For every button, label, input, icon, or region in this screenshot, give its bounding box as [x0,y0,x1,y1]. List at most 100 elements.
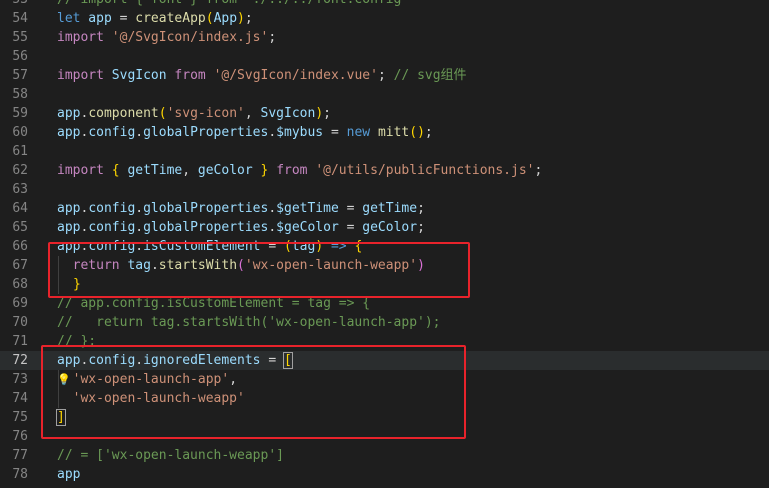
code-token: $mybus [276,125,324,140]
code-line[interactable]: 63 [0,180,769,199]
code-token: globalProperties [143,220,269,235]
code-line[interactable]: 67 return tag.startsWith('wx-open-launch… [0,256,769,275]
code-token: SvgIcon [260,106,316,121]
code-line[interactable]: 66 app.config.isCustomElement = (tag) => … [0,237,769,256]
code-token: . [135,201,144,216]
code-text: ] [56,408,66,427]
code-line[interactable]: 59 app.component('svg-icon', SvgIcon); [0,104,769,123]
line-number: 56 [12,49,28,64]
code-token: . [135,125,144,140]
code-line[interactable]: 60 app.config.globalProperties.$mybus = n… [0,123,769,142]
code-line[interactable]: 56 [0,47,769,66]
line-number: 60 [12,125,28,140]
code-line[interactable]: 61 [0,142,769,161]
code-line[interactable]: 78 app [0,465,769,484]
code-line[interactable]: 71 // }; [0,332,769,351]
code-line[interactable]: 58 [0,85,769,104]
code-line[interactable]: 74 'wx-open-launch-weapp' [0,389,769,408]
code-token: ( [158,106,167,121]
code-token: startsWith [158,258,238,273]
code-token: config [88,353,136,368]
code-line[interactable]: 75] [0,408,769,427]
code-line[interactable]: 54 let app = createApp(App); [0,9,769,28]
code-token: getTime [362,201,418,216]
code-token: '@/SvgIcon/index.js' [111,30,269,45]
code-token: // }; [57,334,97,349]
code-token: // svg组件 [393,68,467,83]
line-number: 55 [12,30,28,45]
code-line[interactable]: 64 app.config.globalProperties.$getTime =… [0,199,769,218]
line-number: 78 [12,467,28,482]
line-number: 67 [12,258,28,273]
code-token: [ [283,352,293,369]
code-line[interactable]: 68} [0,275,769,294]
code-token: 'wx-open-launch-weapp' [244,258,418,273]
line-number: 68 [12,277,28,292]
code-line[interactable]: 55 import '@/SvgIcon/index.js'; [0,28,769,47]
lightbulb-icon[interactable]: 💡 [57,370,71,389]
code-token: 'svg-icon' [166,106,245,121]
code-token: tag [291,239,316,254]
code-token: . [135,353,144,368]
code-line[interactable]: 73 'wx-open-launch-app', 💡 [0,370,769,389]
code-line[interactable]: 65 app.config.globalProperties.$geColor =… [0,218,769,237]
code-token: tag [119,258,151,273]
line-number: 59 [12,106,28,121]
line-number: 70 [12,315,28,330]
code-token: ; [417,201,425,216]
line-number: 57 [12,68,28,83]
code-token: , [182,163,198,178]
code-token: ] [56,409,66,426]
code-token: ; [534,163,543,178]
code-text: // import { font } from './../../font.co… [57,0,409,9]
code-text: app.config.globalProperties.$getTime = g… [57,199,425,218]
code-token: = [119,11,136,26]
code-token: . [268,125,277,140]
code-token: mitt [377,125,410,140]
code-token: , [244,106,261,121]
code-text: app.config.globalProperties.$geColor = g… [57,218,425,237]
code-token: // = ['wx-open-launch-weapp'] [57,448,284,463]
code-token: . [268,220,277,235]
code-token: config [88,239,136,254]
code-token: ; [417,220,425,235]
code-token: import [57,163,104,178]
code-text: app [57,465,80,484]
code-token: ; [268,30,277,45]
line-number: 74 [12,391,28,406]
code-token: ) [417,258,425,273]
code-line[interactable]: 70 // return tag.startsWith('wx-open-laun… [0,313,769,332]
indent-guide [58,275,59,294]
code-token: } [73,277,81,292]
code-line[interactable]: 76 [0,427,769,446]
code-token: = [260,353,284,368]
line-number: 71 [12,334,28,349]
code-token: = [338,201,363,216]
code-line[interactable]: 62 import { getTime, geColor } from '@/ut… [0,161,769,180]
line-number: 77 [12,448,28,463]
code-line[interactable]: 77 // = ['wx-open-launch-weapp'] [0,446,769,465]
code-token: ; [244,11,253,26]
code-token: app [57,106,81,121]
code-editor[interactable]: 53 // import { font } from './../../font.… [0,0,769,488]
code-token: component [88,106,159,121]
code-token: . [268,201,277,216]
code-token: // app.config.isCustomElement = tag => { [57,296,371,311]
code-token: ( [284,239,292,254]
code-line[interactable]: 72 app.config.ignoredElements = [ [0,351,769,370]
code-text: import { getTime, geColor } from '@/util… [57,161,542,180]
line-number: 66 [12,239,28,254]
code-text: import SvgIcon from '@/SvgIcon/index.vue… [57,66,467,85]
code-line[interactable]: 69 // app.config.isCustomElement = tag =>… [0,294,769,313]
code-token: '@/SvgIcon/index.vue' [213,68,378,83]
code-line[interactable]: 53 // import { font } from './../../font.… [0,0,769,9]
code-token: app [57,201,81,216]
code-token: // return tag.startsWith('wx-open-launch… [57,315,441,330]
code-line[interactable]: 57 import SvgIcon from '@/SvgIcon/index.v… [0,66,769,85]
code-text: app.config.globalProperties.$mybus = new… [57,123,433,142]
